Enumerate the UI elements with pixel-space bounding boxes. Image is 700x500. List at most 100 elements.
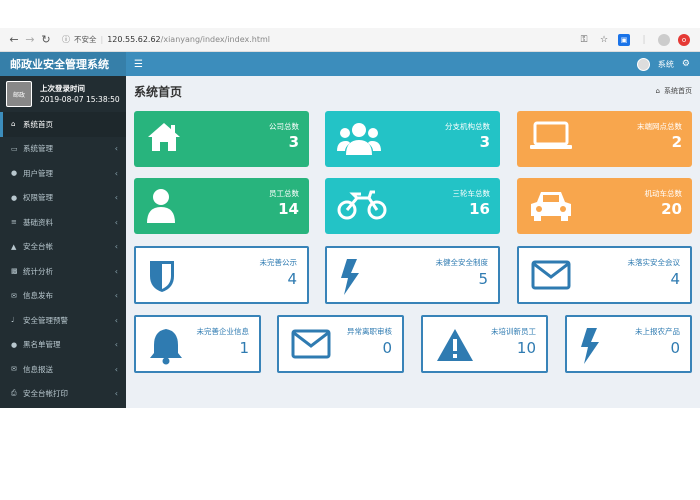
home-icon: ⌂ bbox=[11, 120, 16, 129]
sidebar-item-label: 安全台帐 bbox=[23, 242, 53, 252]
monitor-icon: ▭ bbox=[11, 144, 18, 153]
envelope-icon bbox=[531, 260, 571, 290]
url-text[interactable]: 120.55.62.62/xianyang/index/index.html bbox=[107, 35, 270, 44]
info-icon[interactable]: ⓘ bbox=[62, 34, 70, 45]
stat-value: 20 bbox=[661, 200, 682, 218]
envelope-icon bbox=[291, 329, 331, 359]
sidebar-item-statistics[interactable]: ▩ 统计分析 ‹ bbox=[0, 259, 126, 284]
stat-tile-no-notice[interactable]: 未完善公示 4 bbox=[134, 246, 309, 304]
user-name[interactable]: 系统 bbox=[658, 59, 674, 70]
url-host: 120.55.62.62 bbox=[107, 35, 161, 44]
reload-icon[interactable]: ↻ bbox=[38, 32, 54, 48]
stat-tile-tricycle[interactable]: 三轮车总数 16 bbox=[325, 178, 500, 234]
key-icon[interactable]: ⚿ bbox=[578, 34, 590, 46]
sidebar-item-publish[interactable]: ✉ 信息发布 ‹ bbox=[0, 284, 126, 309]
list-icon: ≡ bbox=[11, 218, 17, 227]
users-icon: ● bbox=[11, 169, 18, 178]
user-panel: 邮政 上次登录时间 2019-08-07 15:38:50 bbox=[0, 76, 126, 112]
stat-tile-unreported-products[interactable]: 未上报农产品 0 bbox=[565, 315, 692, 373]
sidebar-item-label: 信息发布 bbox=[23, 291, 53, 301]
stat-label: 公司总数 bbox=[269, 122, 299, 131]
sidebar-item-print[interactable]: ⎙ 安全台帐打印 ‹ bbox=[0, 382, 126, 407]
shield-icon bbox=[150, 261, 174, 292]
laptop-icon bbox=[530, 121, 572, 149]
stat-tile-no-safety-system[interactable]: 未健全安全制度 5 bbox=[325, 246, 500, 304]
sidebar-item-label: 用户管理 bbox=[23, 168, 53, 178]
breadcrumb: ⌂ 系统首页 bbox=[656, 86, 692, 96]
breadcrumb-item[interactable]: 系统首页 bbox=[664, 86, 692, 96]
back-icon[interactable]: ← bbox=[6, 32, 22, 48]
sidebar-item-permissions[interactable]: ● 权限管理 ‹ bbox=[0, 186, 126, 211]
stat-tile-branch[interactable]: 分支机构总数 3 bbox=[325, 111, 500, 167]
chevron-left-icon: ‹ bbox=[114, 340, 118, 350]
stat-tile-no-safety-meeting[interactable]: 未落实安全会议 4 bbox=[517, 246, 692, 304]
sidebar-item-safety-ledger[interactable]: ▲ 安全台帐 ‹ bbox=[0, 235, 126, 260]
stat-tile-company[interactable]: 公司总数 3 bbox=[134, 111, 309, 167]
star-icon[interactable]: ☆ bbox=[598, 34, 610, 46]
page-title: 系统首页 bbox=[134, 84, 183, 99]
stat-value: 16 bbox=[469, 200, 490, 218]
bolt-icon bbox=[581, 328, 599, 364]
sidebar-item-blacklist[interactable]: ● 黑名单管理 ‹ bbox=[0, 333, 126, 358]
sidebar-item-report[interactable]: ✉ 信息报送 ‹ bbox=[0, 357, 126, 382]
gears-icon[interactable]: ⚙ bbox=[682, 59, 690, 69]
sidebar-item-label: 安全台帐打印 bbox=[23, 389, 68, 399]
stat-tile-untrained-staff[interactable]: 未培训新员工 10 bbox=[421, 315, 548, 373]
user-icon: ● bbox=[11, 340, 18, 349]
profile-icon[interactable] bbox=[658, 33, 670, 46]
sidebar-item-label: 安全管理预警 bbox=[23, 315, 68, 325]
sidebar-item-warning[interactable]: ♩ 安全管理预警 ‹ bbox=[0, 308, 126, 333]
app-window: 邮政业安全管理系统 ☰ 系统 ⚙ 邮政 上次登录时间 2019-08-07 15… bbox=[0, 52, 700, 408]
stat-value: 4 bbox=[670, 270, 680, 288]
stat-label: 三轮车总数 bbox=[452, 189, 491, 198]
chevron-left-icon: ‹ bbox=[114, 242, 118, 252]
warning-icon bbox=[437, 329, 473, 361]
stat-label: 未完善企业信息 bbox=[196, 327, 250, 336]
user-icon bbox=[147, 189, 175, 223]
address-bar[interactable]: ⓘ 不安全 | 120.55.62.62/xianyang/index/inde… bbox=[62, 31, 578, 49]
bell-icon bbox=[150, 329, 182, 365]
last-login-time: 2019-08-07 15:38:50 bbox=[40, 95, 120, 104]
car-icon bbox=[531, 192, 571, 221]
stat-value: 3 bbox=[479, 133, 490, 151]
avatar: 邮政 bbox=[6, 81, 32, 107]
bolt-icon bbox=[341, 259, 359, 295]
stat-label: 未健全安全制度 bbox=[435, 258, 489, 267]
sidebar-item-home[interactable]: ⌂ 系统首页 bbox=[0, 112, 126, 137]
content-area: 系统首页 ⌂ 系统首页 公司总数 3 分支机构总数 3 末端网点总数 2 员工总… bbox=[126, 76, 700, 408]
sidebar-item-label: 系统首页 bbox=[23, 119, 53, 129]
chevron-left-icon: ‹ bbox=[114, 217, 118, 227]
stat-value: 10 bbox=[516, 339, 536, 357]
chevron-left-icon: ‹ bbox=[114, 168, 118, 178]
extension-icon[interactable]: ▣ bbox=[618, 33, 630, 46]
forward-icon[interactable]: → bbox=[22, 32, 38, 48]
user-avatar[interactable] bbox=[636, 57, 650, 71]
stat-label: 未上报农产品 bbox=[635, 327, 680, 336]
stat-label: 末端网点总数 bbox=[637, 122, 682, 131]
sidebar-item-users[interactable]: ● 用户管理 ‹ bbox=[0, 161, 126, 186]
address-divider: | bbox=[100, 35, 104, 44]
chevron-left-icon: ‹ bbox=[114, 389, 118, 399]
stat-label: 机动车总数 bbox=[644, 189, 683, 198]
stat-tile-staff[interactable]: 员工总数 14 bbox=[134, 178, 309, 234]
sidebar-item-system[interactable]: ▭ 系统管理 ‹ bbox=[0, 137, 126, 162]
chevron-left-icon: ‹ bbox=[114, 193, 118, 203]
stat-tile-no-company-info[interactable]: 未完善企业信息 1 bbox=[134, 315, 261, 373]
stat-label: 未完善公示 bbox=[259, 258, 298, 267]
stat-tile-abnormal-leave[interactable]: 异常离职审核 0 bbox=[277, 315, 404, 373]
main-header: 邮政业安全管理系统 ☰ 系统 ⚙ bbox=[0, 52, 700, 76]
more-icon[interactable]: | bbox=[638, 34, 650, 46]
menu-toggle-icon[interactable]: ☰ bbox=[134, 59, 143, 70]
print-icon: ⎙ bbox=[11, 389, 17, 398]
volume-icon: ♩ bbox=[11, 316, 15, 325]
sidebar-item-label: 统计分析 bbox=[23, 266, 53, 276]
sidebar: 邮政 上次登录时间 2019-08-07 15:38:50 ⌂ 系统首页 ▭ 系统管… bbox=[0, 76, 126, 408]
chevron-left-icon: ‹ bbox=[114, 315, 118, 325]
sidebar-menu: ⌂ 系统首页 ▭ 系统管理 ‹ ● 用户管理 ‹ ● 权限管理 ‹ ≡ 基础资料 ‹ ▲ 安全台帐 ‹… bbox=[0, 112, 126, 406]
stat-tile-terminal[interactable]: 末端网点总数 2 bbox=[517, 111, 692, 167]
stat-tile-vehicle[interactable]: 机动车总数 20 bbox=[517, 178, 692, 234]
sidebar-item-label: 基础资料 bbox=[23, 217, 53, 227]
sidebar-item-basic-data[interactable]: ≡ 基础资料 ‹ bbox=[0, 210, 126, 235]
app-logo[interactable]: 邮政业安全管理系统 bbox=[0, 52, 126, 76]
opera-icon[interactable]: o bbox=[678, 33, 690, 46]
